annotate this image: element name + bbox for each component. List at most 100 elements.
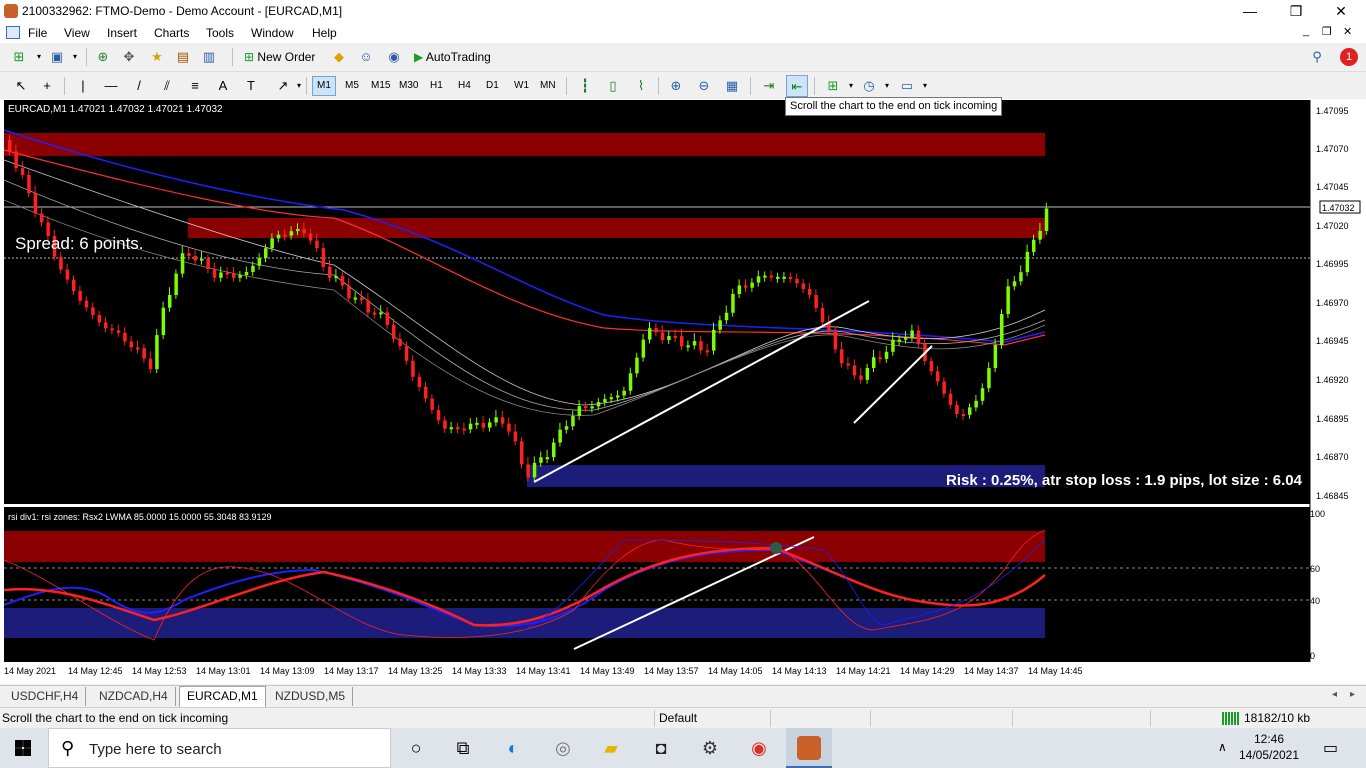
metatrader-taskbar-button[interactable] bbox=[786, 728, 832, 768]
candle-body bbox=[558, 429, 562, 443]
menu-charts[interactable]: Charts bbox=[154, 26, 189, 40]
scroll-left-icon[interactable]: ◂ bbox=[1332, 689, 1337, 700]
candle-body bbox=[724, 312, 729, 321]
taskbar-search-box[interactable]: ⚲ Type here to search bbox=[48, 728, 391, 768]
timeframe-m5[interactable]: M5 bbox=[340, 76, 364, 96]
timeframe-m1[interactable]: M1 bbox=[312, 76, 336, 96]
vertical-line-icon[interactable]: | bbox=[72, 75, 94, 97]
horizontal-line-icon[interactable]: — bbox=[100, 75, 122, 97]
timeframe-m30[interactable]: M30 bbox=[394, 76, 423, 96]
price-pane[interactable] bbox=[4, 100, 1310, 504]
candle-body bbox=[430, 398, 434, 410]
timeframe-h4[interactable]: H4 bbox=[453, 76, 476, 96]
timeframe-h1[interactable]: H1 bbox=[425, 76, 448, 96]
line-chart-icon[interactable]: ⌇ bbox=[630, 75, 652, 97]
trendline-icon[interactable]: / bbox=[128, 75, 150, 97]
media-player-icon[interactable]: ◎ bbox=[550, 736, 576, 760]
candle-body bbox=[846, 363, 850, 366]
chart-canvas[interactable]: EURCAD,M1 1.47021 1.47032 1.47021 1.4703… bbox=[4, 100, 1366, 684]
zoom-in-icon[interactable]: ⊕ bbox=[665, 75, 687, 97]
text-icon[interactable]: A bbox=[212, 75, 234, 97]
price-label: 1.46895 bbox=[1316, 414, 1349, 424]
minimize-button[interactable]: — bbox=[1227, 0, 1273, 23]
chart-shift-icon[interactable]: ⇥ bbox=[758, 75, 780, 97]
tray-chevron-icon[interactable]: ∧ bbox=[1218, 740, 1227, 754]
store-icon[interactable]: ◘ bbox=[648, 736, 674, 760]
signals-icon[interactable]: ◉ bbox=[383, 46, 405, 68]
indicator-pane[interactable] bbox=[4, 507, 1310, 662]
candle-body bbox=[782, 276, 786, 279]
autoscroll-icon[interactable]: ⇤ bbox=[786, 75, 808, 97]
menu-window[interactable]: Window bbox=[251, 26, 294, 40]
file-explorer-icon[interactable]: ▰ bbox=[598, 736, 624, 760]
zoom-out-icon[interactable]: ⊖ bbox=[693, 75, 715, 97]
dropdown-icon[interactable]: ▾ bbox=[914, 75, 936, 97]
time-label: 14 May 14:29 bbox=[900, 666, 955, 676]
search-icon[interactable]: ⚲ bbox=[1306, 46, 1328, 68]
crosshair-icon[interactable]: + bbox=[36, 75, 58, 97]
candle-body bbox=[443, 420, 447, 429]
restore-button[interactable]: ❐ bbox=[1273, 0, 1319, 23]
cursor-icon[interactable]: ↖ bbox=[10, 75, 32, 97]
tab-eurcad-m1[interactable]: EURCAD,M1 bbox=[179, 686, 266, 707]
metaeditor-icon[interactable]: ◆ bbox=[328, 46, 350, 68]
close-button[interactable]: ✕ bbox=[1318, 0, 1364, 23]
terminal-icon[interactable]: ▤ bbox=[172, 46, 194, 68]
menu-help[interactable]: Help bbox=[312, 26, 337, 40]
child-restore-icon[interactable]: ❐ bbox=[1322, 25, 1332, 38]
tab-nzdusd-m5[interactable]: NZDUSD,M5 bbox=[268, 687, 354, 706]
timeframe-w1[interactable]: W1 bbox=[509, 76, 534, 96]
candlestick-icon[interactable]: ▯ bbox=[602, 75, 624, 97]
bar-chart-icon[interactable]: ┇ bbox=[574, 75, 596, 97]
tab-nzdcad-h4[interactable]: NZDCAD,H4 bbox=[92, 687, 176, 706]
candle-body bbox=[993, 344, 998, 369]
time-labels: 14 May 2021 14 May 12:45 14 May 12:53 14 Ma… bbox=[4, 666, 1083, 676]
menu-tools[interactable]: Tools bbox=[206, 26, 234, 40]
scroll-right-icon[interactable]: ▸ bbox=[1350, 689, 1355, 700]
tab-usdchf-h4[interactable]: USDCHF,H4 bbox=[4, 687, 87, 706]
start-icon[interactable] bbox=[15, 740, 31, 756]
strategy-tester-icon[interactable]: ▥ bbox=[198, 46, 220, 68]
candle-body bbox=[494, 417, 498, 423]
timeframe-d1[interactable]: D1 bbox=[481, 76, 504, 96]
timeframe-m15[interactable]: M15 bbox=[366, 76, 395, 96]
candle-body bbox=[78, 291, 82, 301]
candle-body bbox=[110, 328, 114, 331]
candle-body bbox=[660, 332, 665, 340]
menu-view[interactable]: View bbox=[64, 26, 90, 40]
text-label-icon[interactable]: T bbox=[240, 75, 262, 97]
navigator-icon[interactable]: ★ bbox=[146, 46, 168, 68]
clock-time[interactable]: 12:46 bbox=[1234, 731, 1304, 747]
data-window-icon[interactable]: ✥ bbox=[118, 46, 140, 68]
notifications-icon[interactable]: ▭ bbox=[1323, 738, 1338, 758]
new-chart-icon[interactable]: ⊞ bbox=[8, 46, 30, 68]
menu-file[interactable]: File bbox=[28, 26, 47, 40]
candle-body bbox=[699, 341, 703, 351]
child-minimize-icon[interactable]: _ bbox=[1303, 25, 1309, 37]
task-view-icon[interactable]: ⧉ bbox=[450, 736, 476, 760]
chrome-icon[interactable]: ◉ bbox=[746, 736, 772, 760]
fibonacci-icon[interactable]: ≡ bbox=[184, 75, 206, 97]
status-bar: Scroll the chart to the end on tick inco… bbox=[0, 707, 1366, 728]
profile-name[interactable]: Default bbox=[659, 711, 697, 725]
notification-badge[interactable]: 1 bbox=[1340, 48, 1358, 66]
dropdown-icon[interactable]: ▾ bbox=[876, 75, 898, 97]
equidistant-channel-icon[interactable]: ⫽ bbox=[156, 75, 178, 97]
timeframe-mn[interactable]: MN bbox=[535, 76, 561, 96]
dropdown-icon[interactable]: ▾ bbox=[64, 46, 86, 68]
autotrading-button[interactable]: ▶ AutoTrading bbox=[410, 46, 495, 68]
clock-date[interactable]: 14/05/2021 bbox=[1234, 747, 1304, 763]
app-icon bbox=[4, 4, 18, 18]
new-order-button[interactable]: ⊞ New Order bbox=[240, 46, 319, 68]
settings-gear-icon[interactable]: ⚙ bbox=[697, 736, 723, 760]
tile-windows-icon[interactable]: ▦ bbox=[721, 75, 743, 97]
candle-body bbox=[1000, 314, 1004, 345]
cortana-icon[interactable]: ○ bbox=[403, 736, 429, 760]
child-close-icon[interactable]: ✕ bbox=[1343, 25, 1352, 38]
market-watch-icon[interactable]: ⊕ bbox=[92, 46, 114, 68]
menu-insert[interactable]: Insert bbox=[107, 26, 137, 40]
community-icon[interactable]: ☺ bbox=[355, 46, 377, 68]
candle-body bbox=[27, 174, 31, 194]
toolbar-separator bbox=[814, 77, 815, 95]
edge-icon[interactable]: ◐ bbox=[500, 736, 526, 760]
